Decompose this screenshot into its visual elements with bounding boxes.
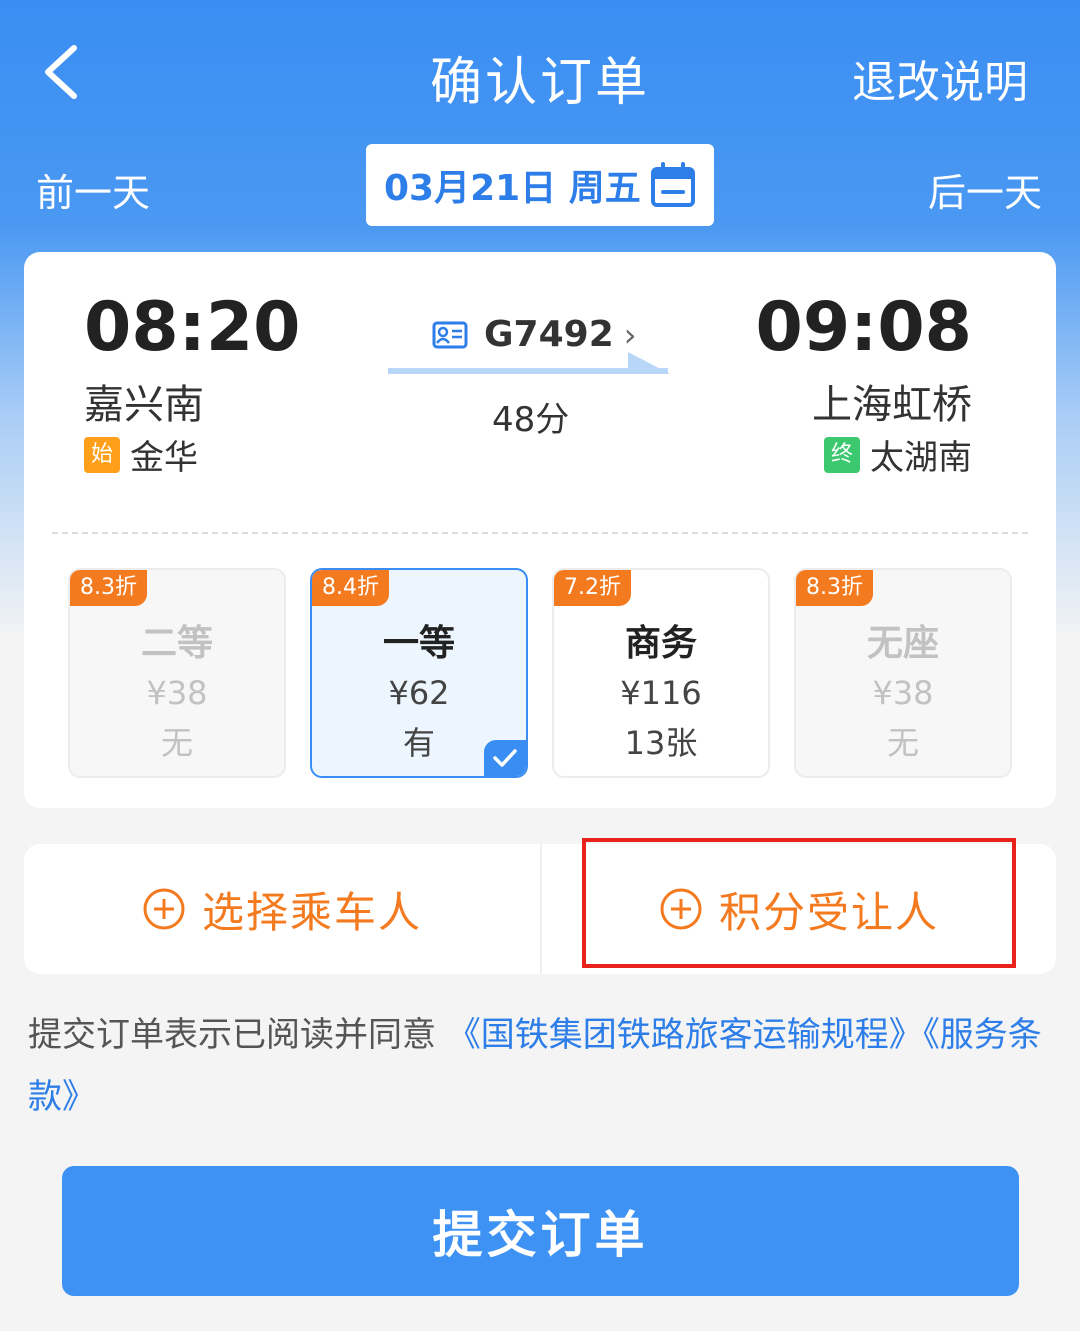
- arrival-station: 上海虹桥: [812, 382, 972, 428]
- date-bar: 前一天 03月21日 周五 后一天: [0, 140, 1080, 230]
- departure-time: 08:20: [84, 288, 301, 367]
- seat-stock: 无: [886, 724, 919, 762]
- chevron-right-icon: ›: [623, 315, 637, 354]
- origin-station: 始 金华: [84, 430, 198, 479]
- add-circle-icon: [143, 888, 185, 930]
- agreement-text: 提交订单表示已阅读并同意 《国铁集团铁路旅客运输规程》《服务条款》: [28, 1004, 1058, 1128]
- divider: [52, 532, 1028, 534]
- railway-rules-link[interactable]: 《国铁集团铁路旅客运输规程》: [447, 1015, 923, 1055]
- seat-option-business[interactable]: 7.2折 商务 ¥116 13张: [552, 568, 770, 778]
- seat-name: 商务: [624, 623, 697, 664]
- discount-badge: 8.4折: [312, 570, 389, 606]
- checkmark-icon: [493, 749, 517, 767]
- agreement-prefix: 提交订单表示已阅读并同意: [28, 1015, 436, 1055]
- arrival-time: 09:08: [755, 288, 972, 367]
- seat-stock: 无: [160, 724, 193, 762]
- terminal-station-label: 太湖南: [870, 438, 972, 478]
- seat-price: ¥116: [620, 674, 702, 712]
- discount-badge: 8.3折: [70, 570, 147, 606]
- origin-station-label: 金华: [130, 438, 198, 478]
- discount-badge: 8.3折: [796, 570, 873, 606]
- highlight-box: [582, 838, 1016, 968]
- seat-name: 一等: [382, 623, 455, 664]
- trip-duration: 48分: [492, 400, 570, 440]
- refund-policy-link[interactable]: 退改说明: [852, 46, 1028, 110]
- calendar-icon: [651, 162, 695, 207]
- discount-badge: 7.2折: [554, 570, 631, 606]
- seat-option-first-class[interactable]: 8.4折 一等 ¥62 有: [310, 568, 528, 778]
- train-info-card: 08:20 嘉兴南 始 金华 G7492 › 48分 09:08 上海虹桥 终 …: [24, 252, 1056, 808]
- seat-price: ¥38: [872, 674, 934, 712]
- departure-station: 嘉兴南: [84, 382, 204, 428]
- seat-name: 无座: [866, 623, 939, 664]
- seat-name: 二等: [140, 623, 213, 664]
- seat-stock: 13张: [624, 724, 698, 762]
- select-passenger-label: 选择乘车人: [201, 887, 422, 937]
- train-number-link[interactable]: G7492 ›: [432, 314, 637, 355]
- prev-day-button[interactable]: 前一天: [36, 162, 150, 217]
- terminal-tag: 终: [824, 436, 860, 473]
- direction-arrow-icon: [388, 352, 670, 374]
- seat-price: ¥38: [146, 674, 208, 712]
- select-passenger-button[interactable]: 选择乘车人: [24, 844, 540, 974]
- nav-bar: 确认订单 退改说明: [0, 0, 1080, 150]
- seat-option-second-class[interactable]: 8.3折 二等 ¥38 无: [68, 568, 286, 778]
- seat-price: ¥62: [388, 674, 450, 712]
- date-picker[interactable]: 03月21日 周五: [366, 144, 714, 226]
- date-label: 03月21日 周五: [384, 168, 641, 209]
- next-day-button[interactable]: 后一天: [928, 162, 1042, 217]
- seat-option-no-seat[interactable]: 8.3折 无座 ¥38 无: [794, 568, 1012, 778]
- selected-check: [484, 740, 526, 776]
- train-id-card-icon: [432, 321, 468, 348]
- train-number: G7492: [484, 314, 614, 355]
- origin-tag: 始: [84, 436, 120, 473]
- submit-order-button[interactable]: 提交订单: [62, 1166, 1019, 1296]
- terminal-station: 终 太湖南: [824, 430, 972, 479]
